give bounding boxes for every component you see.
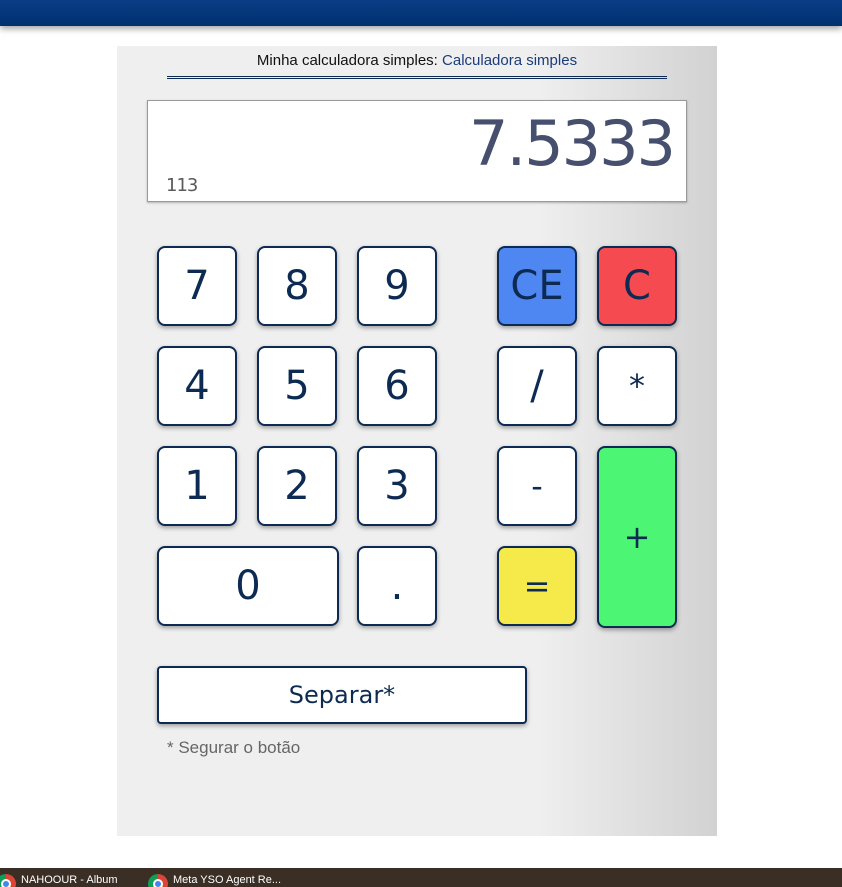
minus-button[interactable]: - xyxy=(497,446,577,526)
taskbar: NAHOOUR - Album Meta YSO Agent Re... xyxy=(0,868,842,887)
taskbar-item[interactable]: Meta YSO Agent Re... xyxy=(148,874,281,887)
plus-button[interactable]: + xyxy=(597,446,677,628)
top-banner xyxy=(0,0,842,26)
key-9[interactable]: 9 xyxy=(357,246,437,326)
divide-button[interactable]: / xyxy=(497,346,577,426)
taskbar-item-label: Meta YSO Agent Re... xyxy=(173,874,282,886)
title-link[interactable]: Calculadora simples xyxy=(442,52,577,69)
key-5[interactable]: 5 xyxy=(257,346,337,426)
calculator-panel: Minha calculadora simples: Calculadora s… xyxy=(117,46,717,836)
title-divider xyxy=(167,76,667,79)
chrome-icon xyxy=(0,874,16,887)
key-3[interactable]: 3 xyxy=(357,446,437,526)
clear-button[interactable]: C xyxy=(597,246,677,326)
title-prefix: Minha calculadora simples: xyxy=(256,52,438,69)
key-0[interactable]: 0 xyxy=(157,546,339,626)
key-6[interactable]: 6 xyxy=(357,346,437,426)
page-title: Minha calculadora simples: Calculadora s… xyxy=(167,52,667,72)
separar-hint: * Segurar o botão xyxy=(167,738,301,757)
taskbar-item-label: NAHOOUR - Album xyxy=(21,874,118,886)
key-1[interactable]: 1 xyxy=(157,446,237,526)
clear-entry-button[interactable]: CE xyxy=(497,246,577,326)
taskbar-item[interactable]: NAHOOUR - Album xyxy=(0,874,118,887)
key-4[interactable]: 4 xyxy=(157,346,237,426)
key-7[interactable]: 7 xyxy=(157,246,237,326)
equals-button[interactable]: = xyxy=(497,546,577,626)
decimal-point-button[interactable]: . xyxy=(357,546,437,626)
separar-button[interactable]: Separar* xyxy=(157,666,527,724)
key-8[interactable]: 8 xyxy=(257,246,337,326)
key-2[interactable]: 2 xyxy=(257,446,337,526)
chrome-icon xyxy=(148,874,168,887)
multiply-button[interactable]: * xyxy=(597,346,677,426)
display-value: 7.5333 xyxy=(469,107,676,180)
calculator-display: 7.5333 113 xyxy=(147,100,687,202)
display-history: 113 xyxy=(166,175,198,196)
